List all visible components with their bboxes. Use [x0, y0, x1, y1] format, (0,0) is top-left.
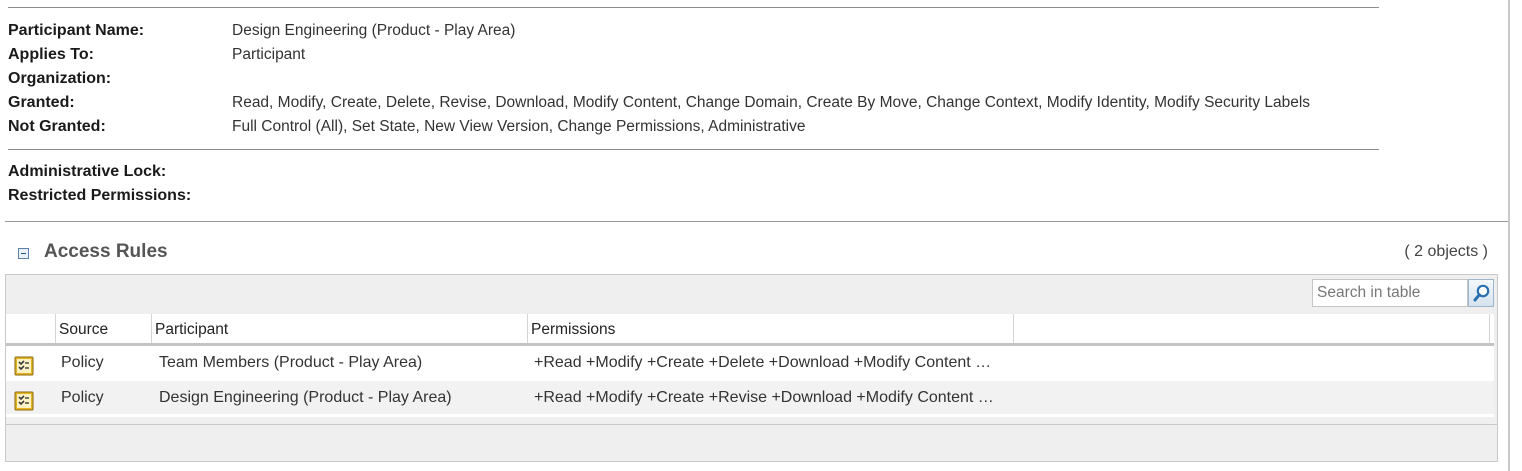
table-row[interactable]: Policy Design Engineering (Product - Pla…: [6, 381, 1494, 414]
table-footer-divider: [6, 424, 1497, 425]
not-granted-label: Not Granted:: [8, 118, 106, 135]
magnifier-icon: [1473, 284, 1490, 302]
column-header-filler: [1014, 314, 1490, 343]
applies-to-label: Applies To:: [8, 46, 94, 63]
column-header-source[interactable]: Source: [56, 314, 152, 343]
column-header-icon: [6, 314, 56, 343]
table-row[interactable]: Policy Team Members (Product - Play Area…: [6, 346, 1494, 379]
policy-icon: [14, 356, 34, 376]
policy-icon: [14, 391, 34, 411]
top-divider: [8, 7, 1379, 8]
window-right-border: [1508, 0, 1510, 471]
participant-name-label: Participant Name:: [8, 22, 145, 39]
access-rules-title: Access Rules: [44, 241, 168, 262]
row-permissions: +Read +Modify +Create +Revise +Download …: [534, 389, 994, 406]
participant-name-value: Design Engineering (Product - Play Area): [232, 22, 516, 39]
row-permissions: +Read +Modify +Create +Delete +Download …: [534, 354, 992, 371]
not-granted-value: Full Control (All), Set State, New View …: [232, 118, 806, 135]
organization-label: Organization:: [8, 70, 112, 87]
section-divider: [5, 221, 1508, 222]
administrative-lock-label: Administrative Lock:: [8, 163, 167, 180]
granted-value: Read, Modify, Create, Delete, Revise, Do…: [232, 94, 1311, 111]
restricted-permissions-label: Restricted Permissions:: [8, 187, 192, 204]
applies-to-value: Participant: [232, 46, 306, 63]
column-header-participant[interactable]: Participant: [152, 314, 528, 343]
row-participant: Design Engineering (Product - Play Area): [159, 389, 452, 406]
access-rules-table: Source Participant Permissions Policy Te…: [6, 314, 1494, 417]
collapse-toggle-icon[interactable]: [18, 248, 29, 259]
search-button[interactable]: [1468, 279, 1494, 307]
search-in-table-input[interactable]: [1312, 279, 1468, 307]
middle-divider: [8, 149, 1379, 150]
object-count: ( 2 objects ): [1404, 243, 1488, 260]
row-source: Policy: [61, 354, 104, 371]
row-participant: Team Members (Product - Play Area): [159, 354, 423, 371]
row-source: Policy: [61, 389, 104, 406]
granted-label: Granted:: [8, 94, 75, 111]
column-header-permissions[interactable]: Permissions: [528, 314, 1014, 343]
